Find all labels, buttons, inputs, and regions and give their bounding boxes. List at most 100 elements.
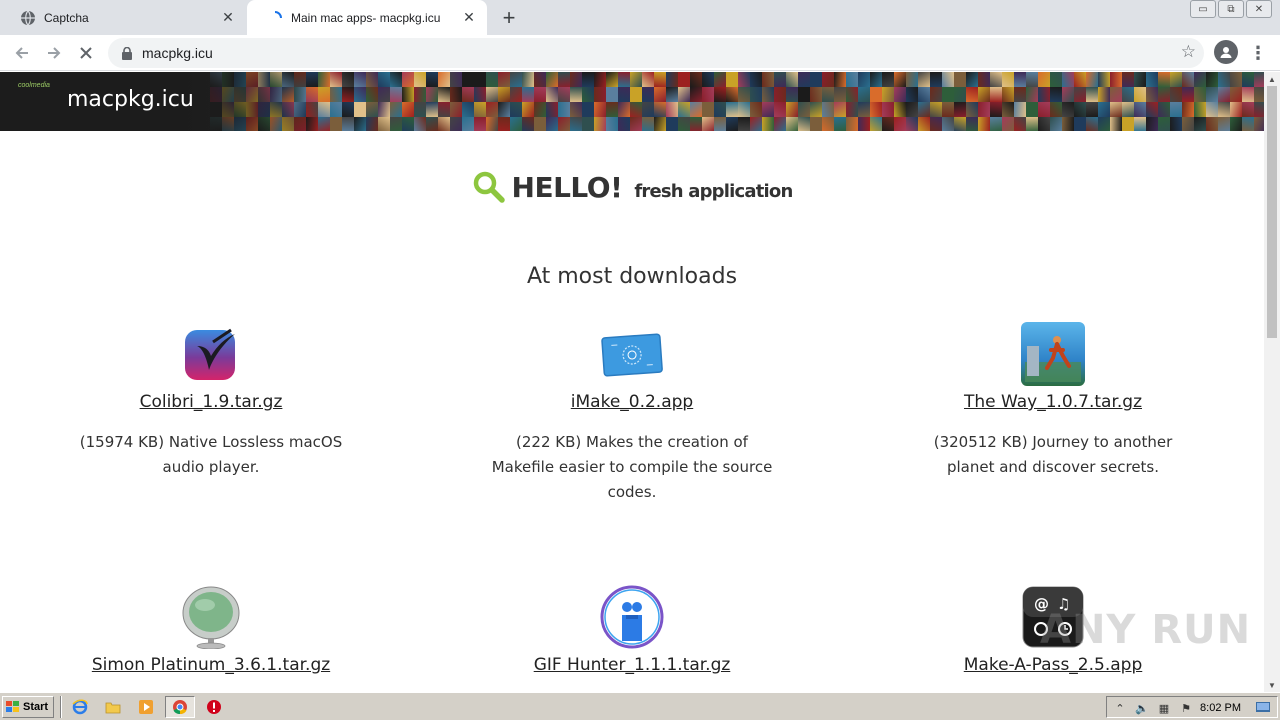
poster-tile (990, 72, 1002, 87)
poster-tile (1194, 87, 1206, 102)
poster-tile (882, 102, 894, 117)
start-button[interactable]: Start (2, 696, 54, 718)
back-arrow-icon[interactable] (8, 39, 36, 67)
taskbar-separator (60, 696, 62, 718)
address-bar[interactable]: macpkg.icu ☆ (108, 38, 1204, 68)
app-link-colibri[interactable]: Colibri_1.9.tar.gz (21, 392, 401, 412)
media-player-icon[interactable] (136, 697, 156, 717)
scroll-thumb[interactable] (1267, 86, 1277, 338)
poster-tile (666, 102, 678, 117)
poster-tile (438, 87, 450, 102)
poster-tile (834, 72, 846, 87)
poster-tile (762, 102, 774, 117)
poster-tile (978, 72, 990, 87)
kebab-menu-icon[interactable]: ⋮ (1248, 41, 1268, 65)
poster-tile (378, 87, 390, 102)
action-center-flag-icon[interactable]: ⚑ (1179, 701, 1193, 715)
poster-tile (1086, 117, 1098, 131)
app-link-simon[interactable]: Simon Platinum_3.6.1.tar.gz (21, 655, 401, 675)
poster-tile (594, 72, 606, 87)
poster-tile (450, 72, 462, 87)
poster-tile (366, 87, 378, 102)
close-tab-icon[interactable]: ✕ (457, 6, 481, 30)
antivirus-alert-icon[interactable] (204, 697, 224, 717)
profile-avatar-icon[interactable] (1214, 40, 1238, 64)
poster-tile (1014, 102, 1026, 117)
app-link-make-a-pass[interactable]: Make-A-Pass_2.5.app (863, 655, 1243, 675)
app-desc-imake: (222 KB) Makes the creation of Makefile … (491, 433, 773, 501)
chrome-taskbar-icon[interactable] (165, 696, 195, 718)
poster-tile (726, 72, 738, 87)
system-tray: ⌃ 🔈 ▦ ⚑ 8:02 PM (1106, 696, 1278, 718)
internet-explorer-icon[interactable] (70, 697, 90, 717)
poster-tile (1158, 72, 1170, 87)
bookmark-star-icon[interactable]: ☆ (1181, 42, 1196, 62)
gif-hunter-icon[interactable] (600, 585, 664, 649)
poster-tile (702, 117, 714, 131)
colibri-icon[interactable] (179, 322, 243, 386)
poster-tile (330, 87, 342, 102)
folder-icon[interactable] (103, 697, 123, 717)
show-hidden-icons-icon[interactable]: ⌃ (1113, 701, 1127, 715)
app-link-imake[interactable]: iMake_0.2.app (442, 392, 822, 412)
poster-tile (582, 87, 594, 102)
new-tab-button[interactable]: + (496, 5, 522, 31)
poster-tile (798, 117, 810, 131)
close-tab-icon[interactable]: ✕ (216, 6, 240, 30)
poster-tile (558, 102, 570, 117)
minimize-button[interactable]: ▭ (1190, 0, 1216, 18)
app-link-the-way[interactable]: The Way_1.0.7.tar.gz (863, 392, 1243, 412)
poster-tile (1002, 117, 1014, 131)
the-way-icon[interactable] (1021, 322, 1085, 386)
imake-icon[interactable] (600, 322, 664, 386)
network-icon[interactable]: ▦ (1157, 701, 1171, 715)
poster-tile (1086, 72, 1098, 87)
poster-tile (1194, 72, 1206, 87)
poster-tile (402, 117, 414, 131)
app-card-colibri: Colibri_1.9.tar.gz (15974 KB) Native Los… (21, 322, 401, 480)
taskbar-clock[interactable]: 8:02 PM (1200, 702, 1241, 714)
poster-tile (930, 72, 942, 87)
tab-main-mac-apps[interactable]: Main mac apps- macpkg.icu ✕ (247, 0, 487, 35)
poster-tile (786, 87, 798, 102)
poster-tile (678, 87, 690, 102)
poster-tile (1098, 102, 1110, 117)
poster-tile (522, 117, 534, 131)
windows-logo-icon (6, 701, 19, 712)
poster-tile (1026, 102, 1038, 117)
watermark: ANY RUN (1040, 607, 1252, 653)
poster-tile (750, 87, 762, 102)
app-link-gif-hunter[interactable]: GIF Hunter_1.1.1.tar.gz (442, 655, 822, 675)
poster-tile (834, 102, 846, 117)
poster-tile (462, 72, 474, 87)
poster-tile (582, 72, 594, 87)
tab-captcha[interactable]: Captcha ✕ (0, 0, 246, 35)
poster-tile (330, 117, 342, 131)
hero-heading: HELLO! fresh application (0, 170, 1264, 204)
site-title-link[interactable]: macpkg.icu (67, 87, 194, 112)
poster-tile (990, 87, 1002, 102)
poster-tile (582, 117, 594, 131)
start-label: Start (23, 701, 49, 713)
show-desktop-icon[interactable] (1255, 701, 1271, 715)
poster-tile (450, 87, 462, 102)
poster-tile (414, 117, 426, 131)
scroll-up-arrow-icon[interactable]: ▲ (1264, 72, 1280, 86)
forward-arrow-icon[interactable] (40, 39, 68, 67)
poster-tile (1002, 102, 1014, 117)
stop-loading-icon[interactable] (72, 39, 100, 67)
restore-button[interactable]: ⧉ (1218, 0, 1244, 18)
poster-tile (618, 102, 630, 117)
poster-tile (1182, 87, 1194, 102)
close-window-button[interactable]: ✕ (1246, 0, 1272, 18)
poster-tile (1098, 72, 1110, 87)
poster-tile (762, 87, 774, 102)
volume-icon[interactable]: 🔈 (1135, 701, 1149, 715)
poster-tile (678, 117, 690, 131)
poster-tile (1074, 72, 1086, 87)
scroll-down-arrow-icon[interactable]: ▼ (1264, 678, 1280, 692)
poster-tile (930, 117, 942, 131)
poster-tile (438, 102, 450, 117)
simon-icon[interactable] (179, 585, 243, 649)
page-scrollbar[interactable]: ▲ ▼ (1264, 72, 1280, 692)
